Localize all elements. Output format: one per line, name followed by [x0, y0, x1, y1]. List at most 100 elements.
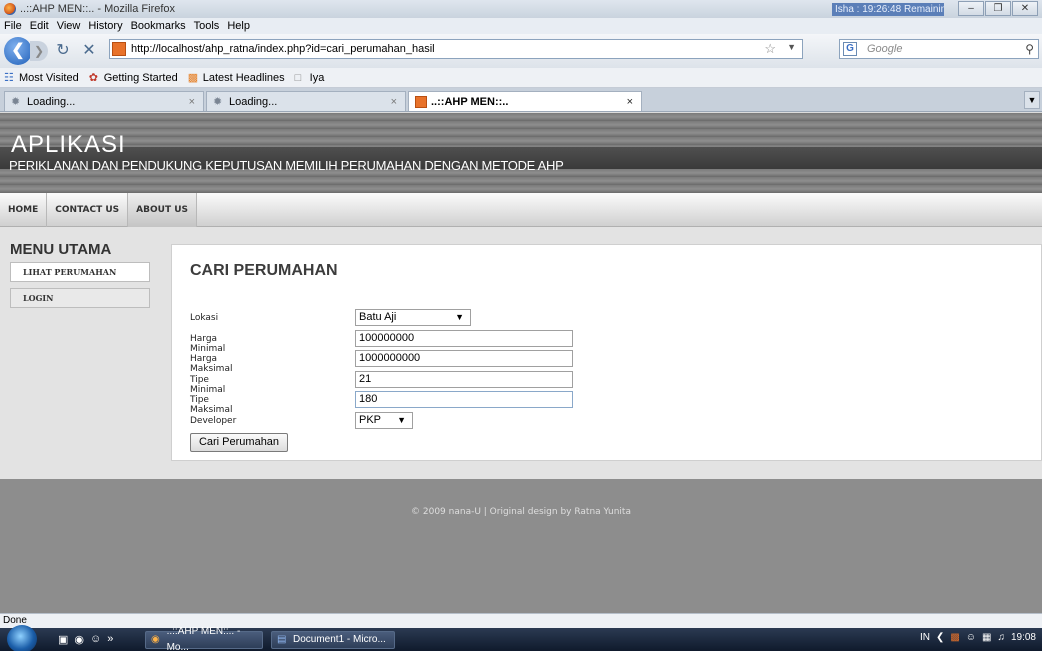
back-button[interactable]: ❮	[4, 37, 32, 65]
menu-history[interactable]: History	[88, 20, 122, 32]
nav-contact-us[interactable]: CONTACT US	[47, 192, 129, 227]
app-title: APLIKASI	[11, 131, 126, 158]
taskbar-item-word[interactable]: ▤ Document1 - Micro...	[271, 631, 395, 649]
tab-ahp-men[interactable]: ..::AHP MEN::.. ×	[408, 91, 642, 111]
forward-button[interactable]: ❯	[30, 41, 48, 61]
menu-help[interactable]: Help	[227, 20, 250, 32]
most-visited-icon: ☷	[4, 71, 14, 84]
session-timer: Isha : 19:26:48 Remaining 00:18:32	[832, 3, 944, 16]
nav-about-us[interactable]: ABOUT US	[128, 192, 198, 227]
bookmark-most-visited[interactable]: ☷ Most Visited	[4, 72, 79, 84]
menu-bar: File Edit View History Bookmarks Tools H…	[0, 18, 1042, 34]
system-tray: IN ❮ ▩ ☺ ▦ ♫ 19:08	[914, 632, 1036, 643]
close-icon[interactable]: ✕	[1012, 1, 1038, 16]
search-placeholder: Google	[867, 43, 903, 55]
language-indicator[interactable]: IN	[920, 632, 930, 643]
tab-strip: ✹ Loading... × ✹ Loading... × ..::AHP ME…	[0, 88, 1042, 112]
volume-icon[interactable]: ♫	[997, 632, 1005, 643]
messenger-tray-icon[interactable]: ☺	[966, 632, 976, 643]
minimize-icon[interactable]: –	[958, 1, 984, 16]
bookmark-latest-headlines[interactable]: ▩ Latest Headlines	[188, 72, 285, 84]
loading-spinner-icon: ✹	[11, 95, 21, 108]
navigation-toolbar: ❮ ❯ ↻ ✕ ⌂ http://localhost/ahp_ratna/ind…	[0, 34, 1042, 68]
chevron-down-icon: ▼	[397, 414, 406, 425]
url-text[interactable]: http://localhost/ahp_ratna/index.php?id=…	[131, 43, 435, 55]
footer-text: © 2009 nana-U | Original design by Ratna…	[411, 507, 631, 517]
page-icon: □	[294, 71, 302, 84]
web-page: APLIKASI PERIKLANAN DAN PENDUKUNG KEPUTU…	[0, 113, 1042, 613]
chevron-down-icon: ▼	[455, 312, 464, 322]
lokasi-select[interactable]: Batu Aji ▼	[355, 309, 471, 326]
tipe-maksimal-label: Tipe Maksimal	[190, 395, 233, 415]
messenger-icon[interactable]: ☺	[90, 633, 101, 646]
rss-icon: ▩	[187, 71, 199, 84]
url-dropdown-icon[interactable]: ▼	[787, 42, 796, 52]
close-tab-icon[interactable]: ×	[391, 96, 397, 108]
window-titlebar: ..::AHP MEN::.. - Mozilla Firefox Isha :…	[0, 0, 1042, 18]
bookmark-star-icon[interactable]: ☆	[764, 41, 776, 57]
search-box[interactable]: G Google ⚲	[839, 39, 1039, 59]
bookmark-getting-started[interactable]: ✿ Getting Started	[89, 72, 178, 84]
harga-maksimal-input[interactable]: 1000000000	[355, 350, 573, 367]
main-content: CARI PERUMAHAN Lokasi Batu Aji ▼ Harga M…	[171, 244, 1042, 461]
show-desktop-icon[interactable]: ▣	[58, 633, 68, 646]
getting-started-icon: ✿	[88, 71, 98, 84]
xampp-tray-icon[interactable]: ▩	[950, 632, 959, 643]
tipe-minimal-label: Tipe Minimal	[190, 374, 226, 395]
lokasi-label: Lokasi	[190, 313, 219, 323]
site-footer: © 2009 nana-U | Original design by Ratna…	[0, 479, 1042, 613]
tab-list-dropdown-icon[interactable]: ▼	[1024, 91, 1040, 109]
taskbar-item-firefox[interactable]: ◉ ..::AHP MEN::.. - Mo...	[145, 626, 263, 651]
status-bar: Done	[0, 613, 1042, 628]
harga-maksimal-label: Harga Maksimal	[190, 354, 233, 374]
harga-minimal-input[interactable]: 100000000	[355, 329, 573, 347]
reload-icon[interactable]: ↻	[52, 40, 74, 62]
quick-launch: ▣ ◉ ☺ »	[58, 633, 119, 646]
firefox-quick-icon[interactable]: ◉	[74, 633, 84, 646]
url-bar[interactable]: http://localhost/ahp_ratna/index.php?id=…	[109, 39, 803, 59]
site-favicon-icon	[415, 95, 427, 108]
menu-bookmarks[interactable]: Bookmarks	[131, 20, 186, 32]
tab-loading-2[interactable]: ✹ Loading... ×	[206, 91, 406, 111]
start-button[interactable]	[7, 625, 37, 651]
page-title: CARI PERUMAHAN	[190, 262, 338, 279]
window-title: ..::AHP MEN::.. - Mozilla Firefox	[20, 3, 176, 15]
clock[interactable]: 19:08	[1011, 632, 1036, 643]
menu-tools[interactable]: Tools	[194, 20, 220, 32]
close-tab-icon[interactable]: ×	[627, 96, 633, 108]
bookmarks-toolbar: ☷ Most Visited ✿ Getting Started ▩ Lates…	[0, 68, 1042, 88]
sidebar-item-lihat-perumahan[interactable]: LIHAT PERUMAHAN	[10, 262, 150, 282]
nav-home[interactable]: HOME	[0, 192, 48, 227]
google-engine-icon[interactable]: G	[843, 42, 857, 56]
window-controls: – ❐ ✕	[957, 1, 1038, 16]
tipe-minimal-input[interactable]: 21	[355, 370, 573, 388]
menu-file[interactable]: File	[4, 20, 22, 32]
firefox-icon: ◉	[151, 634, 160, 645]
close-tab-icon[interactable]: ×	[189, 96, 195, 108]
sidebar: MENU UTAMA LIHAT PERUMAHAN LOGIN	[10, 241, 160, 314]
app-subtitle: PERIKLANAN DAN PENDUKUNG KEPUTUSAN MEMIL…	[9, 158, 564, 173]
menu-view[interactable]: View	[57, 20, 81, 32]
bookmark-iya[interactable]: □ Iya	[295, 72, 325, 84]
search-icon[interactable]: ⚲	[1025, 42, 1034, 56]
developer-label: Developer	[190, 415, 237, 426]
cari-perumahan-button[interactable]: Cari Perumahan	[190, 433, 288, 452]
harga-minimal-label: Harga Minimal	[190, 333, 226, 354]
more-quick-launch-icon[interactable]: »	[107, 633, 113, 646]
word-document-icon: ▤	[277, 634, 287, 645]
network-icon[interactable]: ▦	[982, 632, 991, 643]
restore-icon[interactable]: ❐	[985, 1, 1011, 16]
site-header: APLIKASI PERIKLANAN DAN PENDUKUNG KEPUTU…	[0, 113, 1042, 193]
firefox-icon	[4, 3, 16, 15]
tray-expand-icon[interactable]: ❮	[936, 632, 944, 643]
developer-select[interactable]: PKP ▼	[355, 411, 413, 429]
taskbar: ▣ ◉ ☺ » ◉ ..::AHP MEN::.. - Mo... ▤ Docu…	[0, 625, 1042, 651]
sidebar-item-login[interactable]: LOGIN	[10, 288, 150, 308]
menu-edit[interactable]: Edit	[30, 20, 49, 32]
site-topnav: HOME CONTACT US ABOUT US	[0, 192, 1042, 227]
stop-icon[interactable]: ✕	[78, 40, 100, 62]
loading-spinner-icon: ✹	[213, 95, 223, 108]
tab-loading-1[interactable]: ✹ Loading... ×	[4, 91, 204, 111]
tipe-maksimal-input[interactable]: 180	[355, 391, 573, 408]
sidebar-title: MENU UTAMA	[10, 241, 112, 258]
